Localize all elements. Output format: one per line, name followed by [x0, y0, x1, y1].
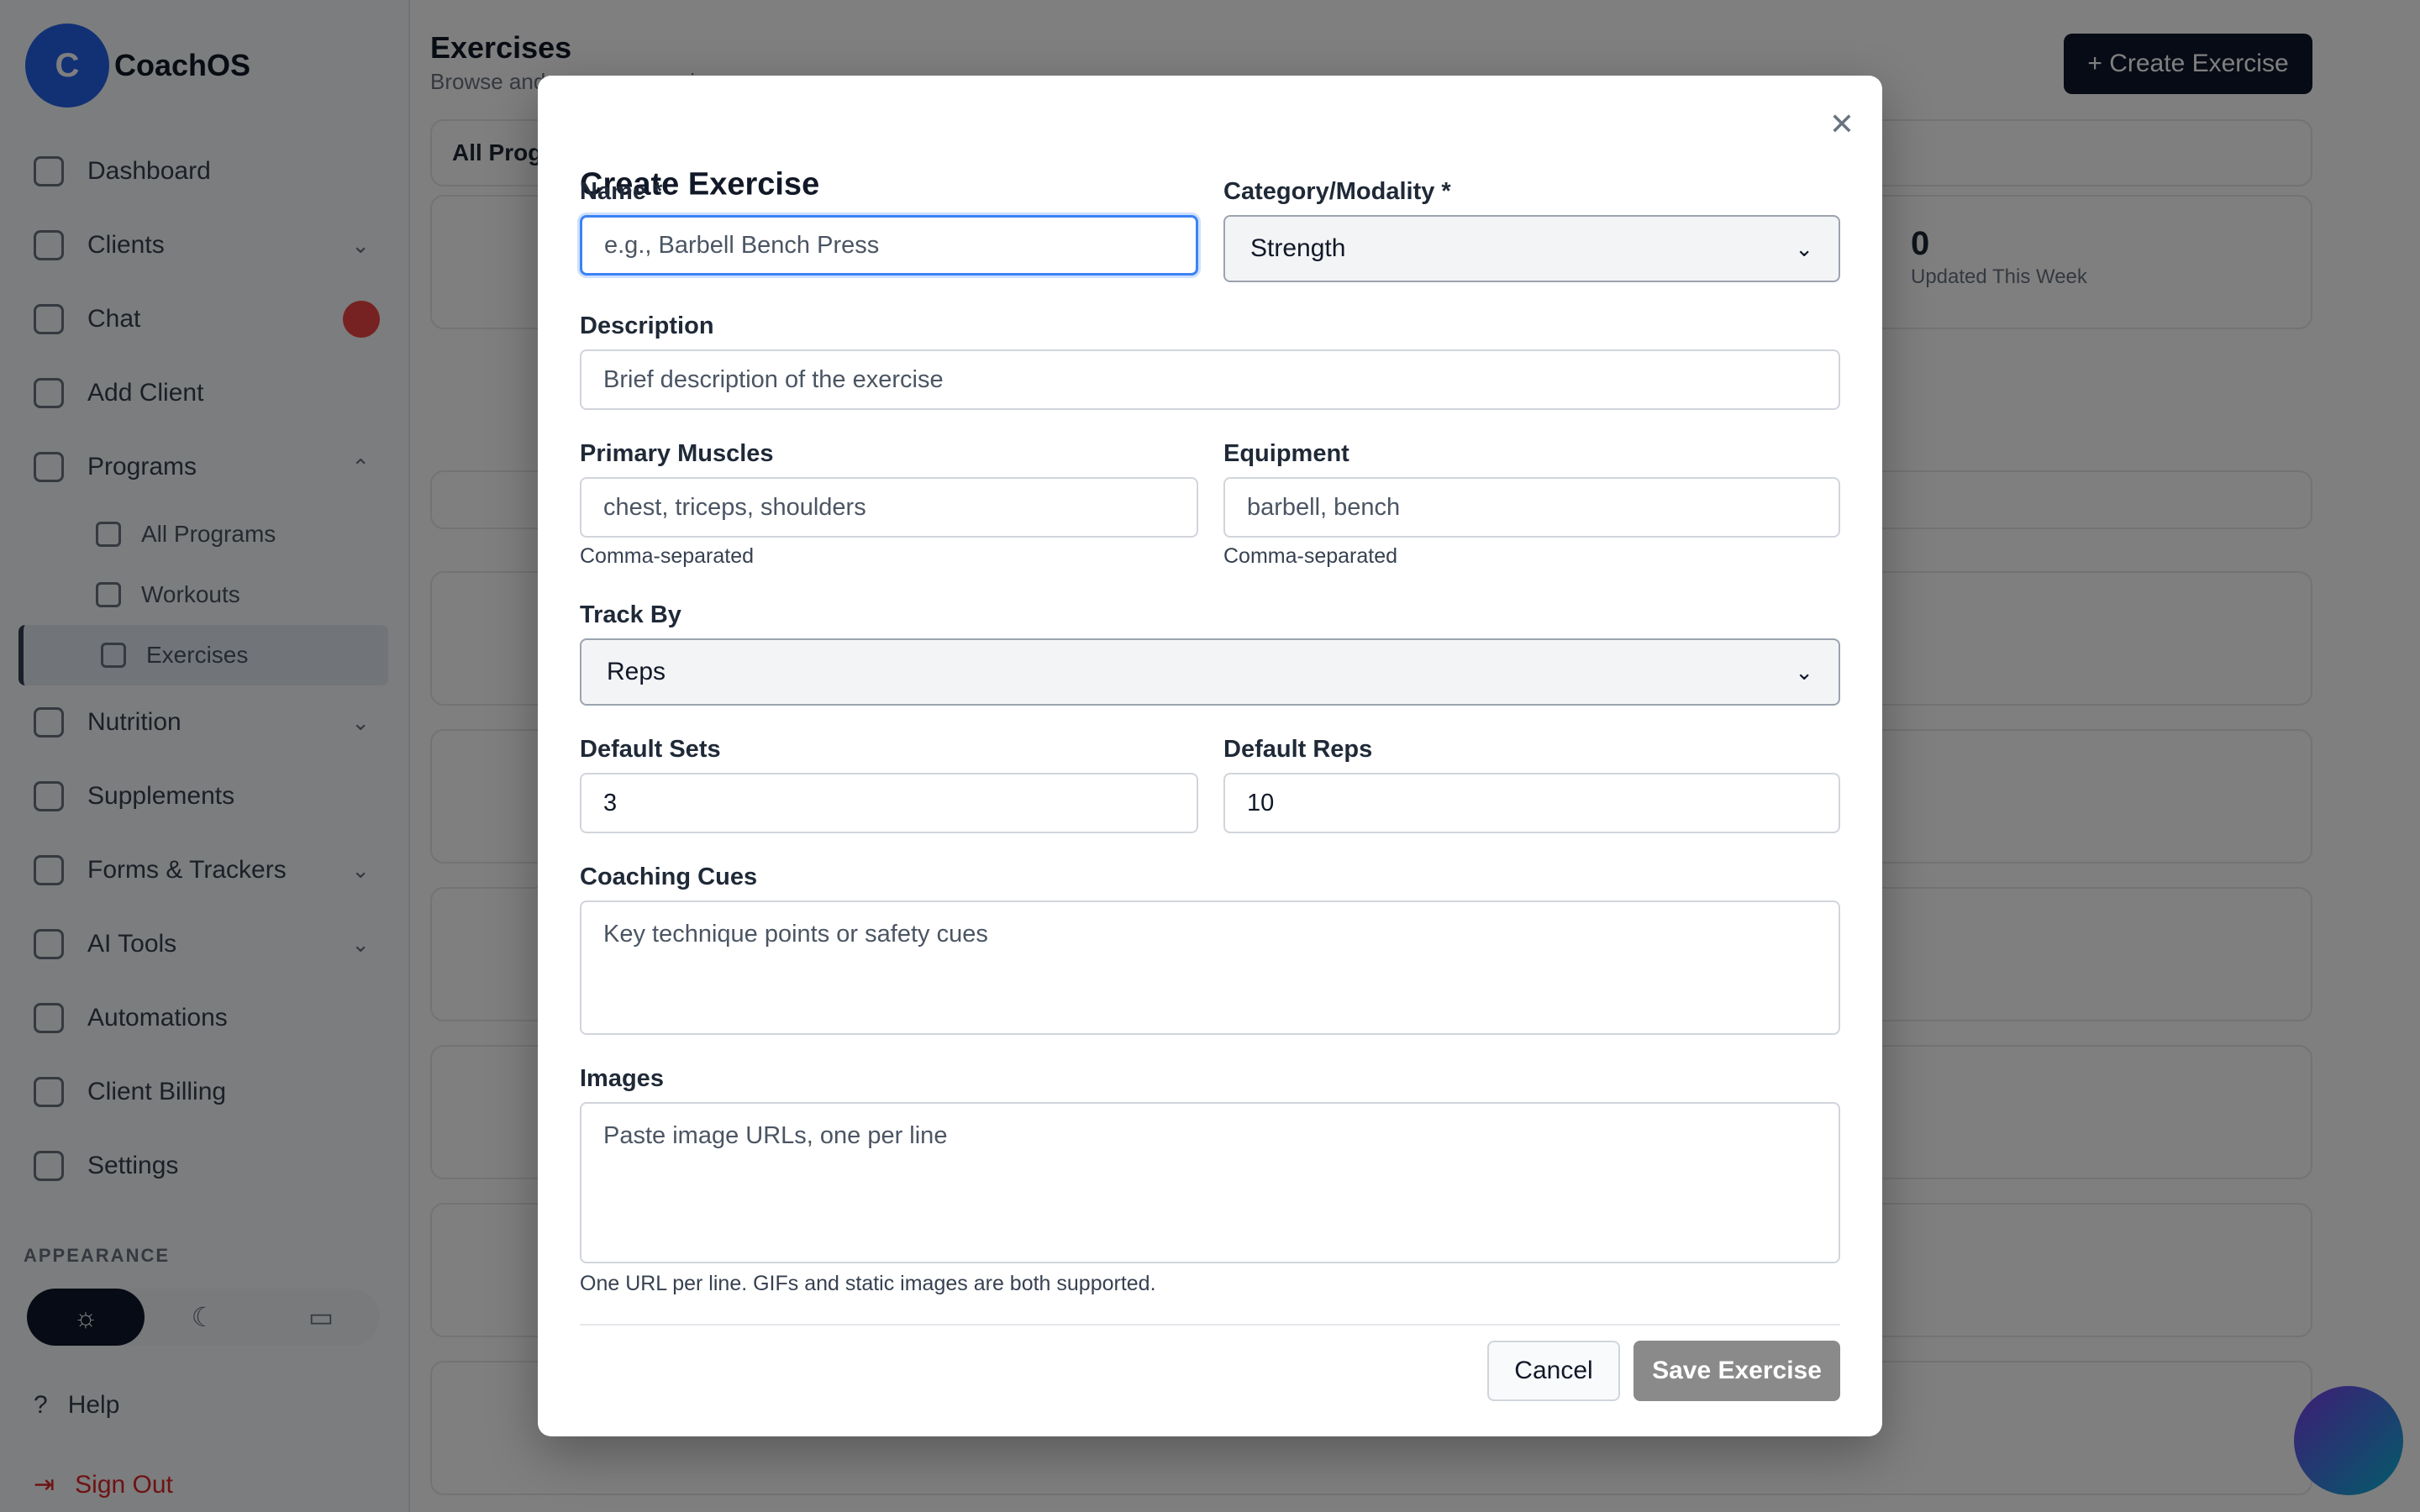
default-reps-label: Default Reps — [1223, 736, 1373, 763]
close-icon[interactable]: ✕ — [1822, 104, 1862, 144]
name-label: Name * — [580, 178, 663, 205]
save-exercise-button[interactable]: Save Exercise — [1634, 1341, 1840, 1401]
equipment-hint: Comma-separated — [1223, 544, 1398, 568]
default-reps-input[interactable] — [1223, 773, 1840, 833]
description-label: Description — [580, 312, 714, 339]
images-label: Images — [580, 1065, 664, 1092]
primary-muscles-input[interactable] — [580, 477, 1198, 538]
primary-muscles-hint: Comma-separated — [580, 544, 755, 568]
category-label: Category/Modality * — [1223, 178, 1451, 205]
track-by-select[interactable]: Reps ⌄ — [580, 638, 1840, 706]
description-input[interactable] — [580, 349, 1840, 410]
category-select[interactable]: Strength ⌄ — [1223, 215, 1840, 282]
footer-divider — [580, 1324, 1840, 1326]
images-textarea[interactable] — [580, 1102, 1840, 1263]
name-input[interactable] — [580, 215, 1198, 276]
images-hint: One URL per line. GIFs and static images… — [580, 1272, 1156, 1295]
default-sets-input[interactable] — [580, 773, 1198, 833]
primary-muscles-label: Primary Muscles — [580, 440, 774, 467]
coaching-cues-textarea[interactable] — [580, 900, 1840, 1035]
coaching-cues-label: Coaching Cues — [580, 864, 758, 890]
category-selected-value: Strength — [1250, 234, 1346, 262]
create-exercise-dialog: Create Exercise ✕ Name * Category/Modali… — [538, 76, 1882, 1436]
chevron-down-icon: ⌄ — [1795, 235, 1813, 261]
cancel-button[interactable]: Cancel — [1487, 1341, 1620, 1401]
equipment-input[interactable] — [1223, 477, 1840, 538]
chevron-down-icon: ⌄ — [1795, 659, 1813, 685]
equipment-label: Equipment — [1223, 440, 1349, 467]
default-sets-label: Default Sets — [580, 736, 721, 763]
track-by-selected-value: Reps — [607, 658, 666, 685]
track-by-label: Track By — [580, 601, 681, 628]
